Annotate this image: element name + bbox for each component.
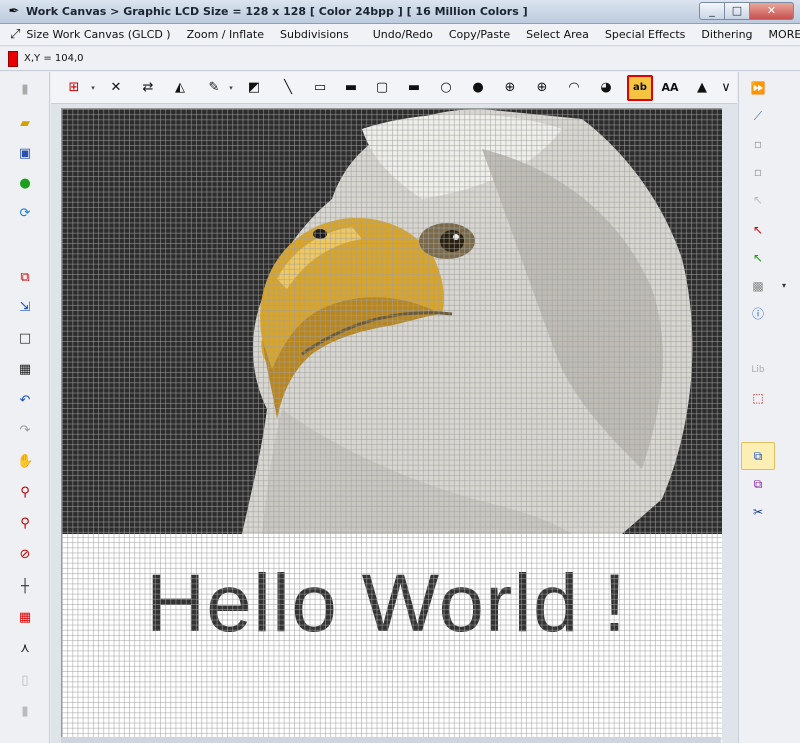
rounded-rectangle-filled-icon[interactable]: ▬ (405, 79, 423, 97)
cursor-coordinates: X,Y = 104,0 (24, 53, 84, 64)
green-pointer-icon[interactable]: ↖ (750, 250, 766, 266)
font-tool-button[interactable]: AA (661, 79, 679, 97)
lib-add-icon[interactable]: Lib (750, 362, 766, 378)
hand-pan-icon[interactable]: ✋ (17, 454, 33, 470)
pointer-icon[interactable]: ↖ (750, 192, 766, 208)
menu-copy-paste[interactable]: Copy/Paste (449, 28, 510, 41)
text-tool-button[interactable]: ab (627, 75, 653, 101)
pie-icon[interactable]: ◕ (597, 79, 615, 97)
right-toolbar: ⏩ ⟋ ▫ ▫ ↖ ↖ ↖ ▩ ▾ ⓘ Lib ⬚ ⧉ ⧉ ✂ (738, 72, 800, 743)
menu-subdivisions[interactable]: Subdivisions (280, 28, 349, 41)
eyedropper-icon[interactable]: ⟋ (750, 108, 766, 124)
arc-icon[interactable]: ◠ (565, 79, 583, 97)
color-swap-icon[interactable]: ◩ (245, 79, 263, 97)
page-icon[interactable]: ▯ (17, 673, 33, 689)
rounded-rectangle-outline-icon[interactable]: ▢ (373, 79, 391, 97)
fill-bucket-icon[interactable]: ◭ (171, 79, 189, 97)
compass-icon[interactable]: ⋏ (17, 641, 33, 657)
new-file-icon[interactable]: ▮ (17, 82, 33, 98)
zoom-in-icon[interactable]: ⚲ (17, 485, 33, 501)
ellipse-filled-icon[interactable]: ● (469, 79, 487, 97)
redo-icon[interactable]: ↷ (17, 423, 33, 439)
red-pointer-add-icon[interactable]: ↖ (750, 222, 766, 238)
menu-special-effects[interactable]: Special Effects (605, 28, 686, 41)
grid-icon[interactable]: ▦ (17, 362, 33, 378)
small-square-icon[interactable]: ▫ (750, 136, 766, 152)
scissors-icon[interactable]: ✂ (750, 504, 766, 520)
info-icon[interactable]: ⓘ (750, 306, 766, 322)
zoom-reset-icon[interactable]: ⊘ (17, 547, 33, 563)
open-folder-icon[interactable]: ▰ (17, 116, 33, 132)
title-bar: ✒ Work Canvas > Graphic LCD Size = 128 x… (0, 0, 800, 24)
eagle-picture (62, 109, 722, 534)
crop-icon[interactable]: ⧉ (17, 270, 33, 286)
eagle-image (62, 109, 722, 534)
window-title: Work Canvas > Graphic LCD Size = 128 x 1… (26, 5, 528, 18)
circle-cross-icon[interactable]: ⊕ (501, 79, 519, 97)
minimize-button[interactable]: _ (699, 2, 725, 20)
paste-layers-icon[interactable]: ⧉ (750, 476, 766, 492)
maximize-button[interactable]: □ (725, 2, 750, 20)
menu-select-area[interactable]: Select Area (526, 28, 589, 41)
select-color-icon[interactable]: ⬚ (750, 390, 766, 406)
page-blank-icon[interactable]: ▮ (17, 704, 33, 720)
crosshair-icon[interactable]: ┼ (17, 579, 33, 595)
status-bar: X,Y = 104,0 (0, 47, 800, 71)
work-canvas[interactable]: Hello World ! (61, 108, 722, 743)
refresh-icon[interactable]: ⟳ (17, 206, 33, 222)
play-icon[interactable]: ● (17, 176, 33, 192)
undo-icon[interactable]: ↶ (17, 393, 33, 409)
triangle-icon[interactable]: ▲ (693, 79, 711, 97)
fast-forward-icon[interactable]: ⏩ (750, 80, 766, 96)
pen-app-icon: ✒ (8, 3, 20, 19)
chevron-down-icon[interactable]: ▾ (89, 79, 97, 97)
resize-icon[interactable]: ⇲ (17, 300, 33, 316)
menu-dithering[interactable]: Dithering (701, 28, 752, 41)
menu-undo-redo[interactable]: Undo/Redo (373, 28, 433, 41)
resize-arrows-icon[interactable]: ⤢ (10, 27, 20, 43)
small-square-icon-2[interactable]: ▫ (750, 164, 766, 180)
chevron-down-icon[interactable]: ▾ (227, 79, 235, 97)
select-area-icon[interactable]: ⊞ (65, 79, 83, 97)
line-icon[interactable]: ╲ (279, 79, 297, 97)
left-toolbar: ▮ ▰ ▣ ● ⟳ ⧉ ⇲ □ ▦ ↶ ↷ ✋ ⚲ ⚲ ⊘ ┼ ▦ ⋏ ▯ ▮ (0, 72, 50, 743)
hello-world-text: Hello World ! (146, 558, 627, 649)
menu-size-work-canvas[interactable]: Size Work Canvas (GLCD ) (26, 28, 170, 41)
checker-pattern-icon[interactable]: ▩ (750, 278, 766, 294)
horizontal-scrollbar[interactable] (61, 737, 721, 743)
window-controls: _ □ ✕ (699, 2, 794, 20)
square-icon[interactable]: □ (17, 331, 33, 347)
ellipse-outline-icon[interactable]: ○ (437, 79, 455, 97)
save-icon[interactable]: ▣ (17, 146, 33, 162)
circle-filled-cross-icon[interactable]: ⊕ (533, 79, 551, 97)
close-button[interactable]: ✕ (750, 2, 794, 20)
copy-layers-icon[interactable]: ⧉ (741, 442, 775, 470)
current-color-swatch[interactable] (8, 50, 18, 67)
menu-more[interactable]: MORE >> (769, 28, 800, 41)
menu-zoom-inflate[interactable]: Zoom / Inflate (187, 28, 264, 41)
zoom-out-icon[interactable]: ⚲ (17, 516, 33, 532)
chevron-down-icon[interactable]: ▾ (779, 278, 789, 294)
menu-bar: ⤢ Size Work Canvas (GLCD ) Zoom / Inflat… (0, 24, 800, 46)
pen-icon[interactable]: ✎ (205, 79, 223, 97)
cross-icon[interactable]: ✕ (107, 79, 125, 97)
rectangle-filled-icon[interactable]: ▬ (342, 79, 360, 97)
drawing-toolbar: ⊞ ▾ ✕ ⇄ ◭ ✎ ▾ ◩ ╲ ▭ ▬ ▢ ▬ ○ ● ⊕ ⊕ ◠ ◕ ab… (51, 72, 737, 104)
canvas-area: Hello World ! (51, 104, 738, 743)
red-grid-icon[interactable]: ▦ (17, 610, 33, 626)
move-icon[interactable]: ⇄ (139, 79, 157, 97)
polyline-icon[interactable]: ∨ (717, 79, 735, 97)
rectangle-outline-icon[interactable]: ▭ (311, 79, 329, 97)
